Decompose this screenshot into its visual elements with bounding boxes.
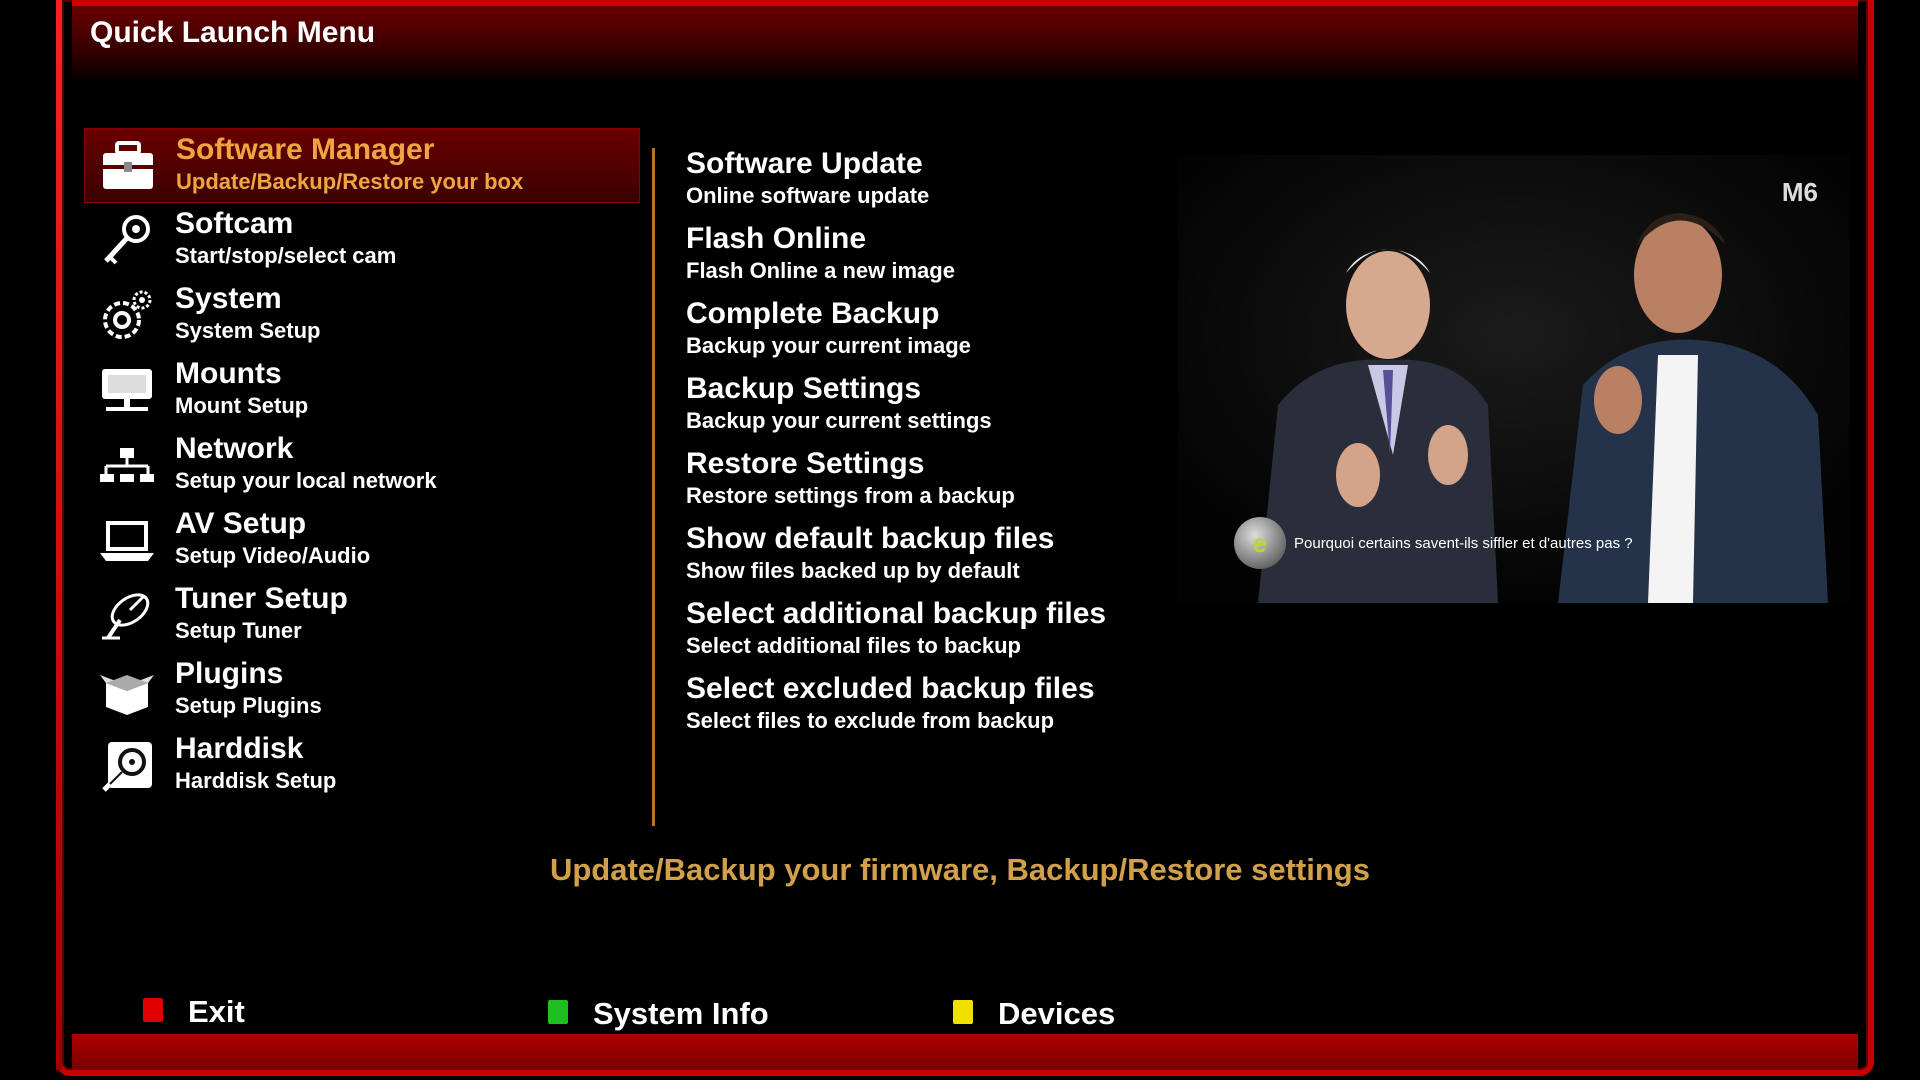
- satellite-dish-icon: [102, 593, 150, 640]
- menu-item-title: Tuner Setup: [175, 582, 348, 615]
- submenu-item-select-additional-backup-files[interactable]: Select additional backup files Select ad…: [686, 593, 1156, 668]
- submenu-item-title: Software Update: [686, 147, 923, 180]
- submenu-item-desc: Online software update: [686, 183, 930, 208]
- menu-item-title: Softcam: [175, 207, 294, 240]
- network-drive-icon: [102, 369, 152, 411]
- footer-label: Exit: [188, 994, 245, 1029]
- menu-item-network[interactable]: Network Setup your local network: [84, 428, 640, 503]
- footer-label: Devices: [998, 996, 1116, 1031]
- submenu-item-title: Restore Settings: [686, 447, 925, 480]
- key-icon: [104, 215, 150, 265]
- menu-item-av-setup[interactable]: AV Setup Setup Video/Audio: [84, 503, 640, 578]
- submenu-item-desc: Select files to exclude from backup: [686, 708, 1055, 733]
- menu-item-title: System: [175, 282, 282, 315]
- tv-preview: M6 e Pourquoi certains savent-ils siffle…: [1178, 155, 1850, 603]
- gear-icon: [103, 290, 152, 339]
- menu-item-title: AV Setup: [175, 507, 307, 540]
- item-description: Update/Backup your firmware, Backup/Rest…: [549, 852, 1370, 887]
- menu-item-system[interactable]: System System Setup: [84, 278, 640, 353]
- menu-item-subtitle: Harddisk Setup: [175, 768, 337, 793]
- menu-item-subtitle: Setup your local network: [175, 468, 437, 493]
- submenu-item-backup-settings[interactable]: Backup Settings Backup your current sett…: [686, 368, 1156, 443]
- laptop-icon: [100, 521, 154, 561]
- briefcase-icon: [103, 141, 153, 189]
- submenu-item-title: Show default backup files: [686, 522, 1055, 555]
- footer-label: System Info: [593, 996, 769, 1031]
- submenu-list: Software Update Online software update F…: [686, 143, 1156, 743]
- submenu-item-software-update[interactable]: Software Update Online software update: [686, 143, 1156, 218]
- submenu-item-title: Select excluded backup files: [686, 672, 1095, 705]
- header-bar: Quick Launch Menu: [72, 0, 1858, 80]
- submenu-item-title: Complete Backup: [686, 297, 940, 330]
- submenu-item-desc: Backup your current settings: [686, 408, 992, 433]
- submenu-item-complete-backup[interactable]: Complete Backup Backup your current imag…: [686, 293, 1156, 368]
- menu-item-softcam[interactable]: Softcam Start/stop/select cam: [84, 203, 640, 278]
- menu-item-software-manager[interactable]: Software Manager Update/Backup/Restore y…: [84, 128, 640, 203]
- submenu-item-flash-online[interactable]: Flash Online Flash Online a new image: [686, 218, 1156, 293]
- main-menu: Software Manager Update/Backup/Restore y…: [84, 128, 640, 803]
- menu-item-subtitle: Setup Plugins: [175, 693, 322, 718]
- menu-item-tuner-setup[interactable]: Tuner Setup Setup Tuner: [84, 578, 640, 653]
- menu-item-mounts[interactable]: Mounts Mount Setup: [84, 353, 640, 428]
- divider: [652, 148, 655, 826]
- submenu-item-desc: Show files backed up by default: [686, 558, 1020, 583]
- bottom-bar: [72, 1034, 1858, 1070]
- menu-item-title: Plugins: [175, 657, 284, 690]
- submenu-item-desc: Backup your current image: [686, 333, 971, 358]
- submenu-item-show-default-backup-files[interactable]: Show default backup files Show files bac…: [686, 518, 1156, 593]
- page-title: Quick Launch Menu: [90, 16, 376, 49]
- submenu-item-desc: Select additional files to backup: [686, 633, 1021, 658]
- menu-item-plugins[interactable]: Plugins Setup Plugins: [84, 653, 640, 728]
- menu-item-subtitle: System Setup: [175, 318, 321, 343]
- red-key-icon: [143, 998, 163, 1022]
- yellow-key-icon: [953, 1000, 973, 1024]
- menu-item-title: Software Manager: [176, 133, 435, 166]
- harddisk-icon: [102, 742, 152, 792]
- menu-item-title: Harddisk: [175, 732, 304, 765]
- menu-item-title: Network: [175, 432, 294, 465]
- submenu-item-restore-settings[interactable]: Restore Settings Restore settings from a…: [686, 443, 1156, 518]
- submenu-item-title: Flash Online: [686, 222, 867, 255]
- green-key-icon: [548, 1000, 568, 1024]
- show-caption: Pourquoi certains savent-ils siffler et …: [1294, 535, 1633, 552]
- submenu-item-title: Select additional backup files: [686, 597, 1107, 630]
- menu-item-subtitle: Update/Backup/Restore your box: [176, 169, 524, 194]
- menu-item-harddisk[interactable]: Harddisk Harddisk Setup: [84, 728, 640, 803]
- menu-item-subtitle: Mount Setup: [175, 393, 309, 418]
- network-icon: [100, 448, 154, 482]
- menu-item-subtitle: Setup Video/Audio: [175, 543, 371, 568]
- box-icon: [100, 675, 154, 715]
- menu-item-title: Mounts: [175, 357, 282, 390]
- submenu-item-desc: Restore settings from a backup: [686, 483, 1015, 508]
- submenu-item-desc: Flash Online a new image: [686, 258, 955, 283]
- channel-logo: M6: [1781, 177, 1818, 207]
- menu-item-subtitle: Setup Tuner: [175, 618, 302, 643]
- submenu-item-select-excluded-backup-files[interactable]: Select excluded backup files Select file…: [686, 668, 1156, 743]
- show-badge-icon: e: [1234, 517, 1286, 569]
- menu-item-subtitle: Start/stop/select cam: [175, 243, 397, 268]
- submenu-item-title: Backup Settings: [686, 372, 922, 405]
